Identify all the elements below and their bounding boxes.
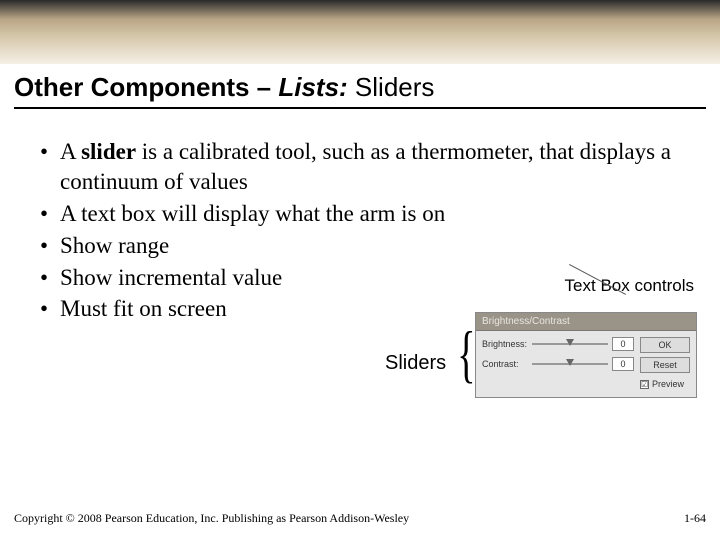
copyright-text: Copyright © 2008 Pearson Education, Inc.… — [14, 511, 409, 526]
bullet-rest: is a calibrated tool, such as a thermome… — [60, 139, 671, 194]
bullet-rest: Show incremental value — [60, 265, 282, 290]
page-number: 1-64 — [684, 511, 706, 526]
preview-label: Preview — [652, 379, 684, 389]
title-italic: Lists: — [278, 72, 347, 102]
contrast-label: Contrast: — [482, 359, 528, 369]
reset-button[interactable]: Reset — [640, 357, 690, 373]
preview-checkbox-row[interactable]: ☑ Preview — [640, 379, 690, 389]
brightness-contrast-dialog: Brightness/Contrast Brightness: 0 Contra… — [475, 312, 697, 398]
header-gradient — [0, 0, 720, 64]
bullet-item: Show range — [40, 231, 692, 261]
contrast-value-input[interactable]: 0 — [612, 357, 634, 371]
bullet-item: A slider is a calibrated tool, such as a… — [40, 137, 692, 197]
bullet-rest: Must fit on screen — [60, 296, 227, 321]
brightness-row: Brightness: 0 — [482, 337, 634, 351]
contrast-row: Contrast: 0 — [482, 357, 634, 371]
brightness-value-input[interactable]: 0 — [612, 337, 634, 351]
bullet-rest: Show range — [60, 233, 169, 258]
slide-title: Other Components – Lists: Sliders — [0, 64, 720, 105]
dialog-body: Brightness: 0 Contrast: 0 OK Reset — [476, 331, 696, 397]
title-part1: Other Components – — [14, 72, 278, 102]
bullet-rest: A text box will display what the arm is … — [60, 201, 445, 226]
slider-thumb-icon — [566, 359, 574, 366]
slider-thumb-icon — [566, 339, 574, 346]
dialog-sliders-column: Brightness: 0 Contrast: 0 — [482, 337, 634, 389]
footer: Copyright © 2008 Pearson Education, Inc.… — [14, 511, 706, 526]
title-part3: Sliders — [348, 72, 435, 102]
brightness-slider[interactable] — [532, 343, 608, 345]
sliders-label: Sliders — [385, 352, 446, 375]
checkbox-icon: ☑ — [640, 380, 649, 389]
bullet-prefix: A — [60, 139, 81, 164]
bullet-item: A text box will display what the arm is … — [40, 199, 692, 229]
brace-icon: { — [457, 322, 475, 386]
dialog-titlebar: Brightness/Contrast — [476, 313, 696, 331]
contrast-slider[interactable] — [532, 363, 608, 365]
brightness-label: Brightness: — [482, 339, 528, 349]
dialog-buttons-column: OK Reset ☑ Preview — [640, 337, 690, 389]
ok-button[interactable]: OK — [640, 337, 690, 353]
bullet-bold: slider — [81, 139, 136, 164]
